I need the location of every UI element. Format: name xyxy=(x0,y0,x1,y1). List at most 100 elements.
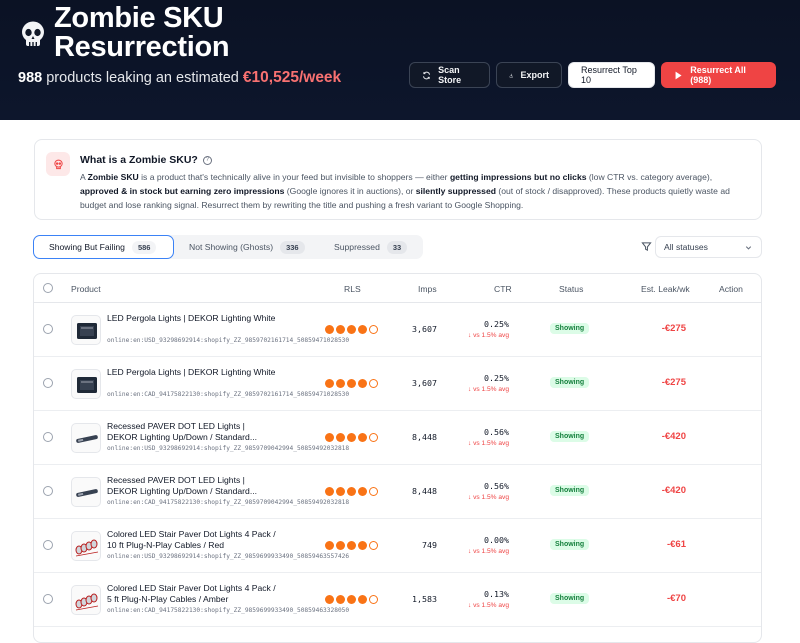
ctr-value: 0.13% xyxy=(484,589,509,599)
scan-store-button[interactable]: Scan Store xyxy=(409,62,490,88)
ctr-comparison: ↓ vs 1.5% avg xyxy=(467,602,509,609)
zombie-sku-info-card: What is a Zombie SKU? ? A Zombie SKU is … xyxy=(34,139,762,220)
rls-dot xyxy=(336,433,345,442)
rls-dot xyxy=(358,487,367,496)
tab-suppressed[interactable]: Suppressed 33 xyxy=(319,235,422,259)
rls-dot xyxy=(369,595,378,604)
page-title: Zombie SKU Resurrection xyxy=(54,2,230,63)
rls-rating xyxy=(325,325,378,334)
rls-dot xyxy=(325,325,334,334)
product-name[interactable]: Recessed PAVER DOT LED Lights | DEKOR Li… xyxy=(107,475,277,497)
product-id: online:en:CAD_94175822130:shopify_ZZ_985… xyxy=(107,391,350,398)
leak-count: 988 xyxy=(18,70,43,86)
rls-dot xyxy=(336,487,345,496)
select-all-checkbox[interactable] xyxy=(43,283,53,293)
info-text-1: A xyxy=(80,172,88,182)
product-name[interactable]: Colored LED Stair Paver Dot Lights 4 Pac… xyxy=(107,529,277,551)
ctr-comparison: ↓ vs 1.5% avg xyxy=(467,494,509,501)
product-id: online:en:USD_93298692914:shopify_ZZ_985… xyxy=(107,553,350,560)
play-icon xyxy=(675,71,682,79)
rls-dot xyxy=(336,379,345,388)
rls-dot xyxy=(336,325,345,334)
product-name[interactable]: Colored LED Stair Paver Dot Lights 4 Pac… xyxy=(107,583,277,605)
col-status: Status xyxy=(559,284,584,294)
status-badge: Showing xyxy=(550,431,590,442)
rls-rating xyxy=(325,433,378,442)
ctr-value: 0.56% xyxy=(484,481,509,491)
tab-showing-but-failing[interactable]: Showing But Failing 586 xyxy=(33,235,174,259)
est-leak-value: -€70 xyxy=(666,593,686,604)
product-name[interactable]: Recessed PAVER DOT LED Lights | DEKOR Li… xyxy=(107,421,277,443)
product-thumbnail xyxy=(71,423,101,453)
product-name[interactable]: LED Pergola Lights | DEKOR Lighting Whit… xyxy=(107,367,277,378)
ctr-comparison: ↓ vs 1.5% avg xyxy=(467,332,509,339)
row-checkbox[interactable] xyxy=(43,540,53,550)
row-checkbox[interactable] xyxy=(43,378,53,388)
product-name[interactable]: LED Pergola Lights | DEKOR Lighting Whit… xyxy=(107,313,277,324)
row-checkbox[interactable] xyxy=(43,594,53,604)
leak-amount: €10,525/week xyxy=(242,69,342,86)
rls-dot xyxy=(325,541,334,550)
status-badge: Showing xyxy=(550,323,590,334)
rls-rating xyxy=(325,595,378,604)
rls-dot xyxy=(347,379,356,388)
table-row[interactable]: Recessed PAVER DOT LED Lights | DEKOR Li… xyxy=(34,411,761,465)
skull-icon xyxy=(22,21,44,46)
info-text-2: is a product that's technically alive in… xyxy=(138,172,450,182)
row-checkbox[interactable] xyxy=(43,324,53,334)
est-leak-value: -€420 xyxy=(661,485,686,496)
table-header: Product RLS Imps CTR Status Est. Leak/wk… xyxy=(34,274,761,303)
ctr-comparison: ↓ vs 1.5% avg xyxy=(467,548,509,555)
impressions-value: 8,448 xyxy=(412,432,437,442)
ctr-comparison-text: vs 1.5% avg xyxy=(473,332,509,339)
status-badge: Showing xyxy=(550,539,590,550)
scan-store-label: Scan Store xyxy=(438,65,462,85)
resurrect-top-10-button[interactable]: Resurrect Top 10 xyxy=(568,62,655,88)
table-row[interactable]: Recessed PAVER DOT LED Lights | DEKOR Li… xyxy=(34,465,761,519)
info-bold-1: Zombie SKU xyxy=(87,172,139,182)
table-row[interactable]: LED Pergola Lights | DEKOR Lighting Whit… xyxy=(34,357,761,411)
info-heading-text: What is a Zombie SKU? xyxy=(80,154,198,166)
export-button[interactable]: Export xyxy=(496,62,562,88)
refresh-icon xyxy=(423,71,431,79)
product-id: online:en:CAD_94175822130:shopify_ZZ_985… xyxy=(107,499,350,506)
info-bold-4: silently suppressed xyxy=(415,186,496,196)
table-row[interactable]: LED Pergola Lights | DEKOR Lighting Whit… xyxy=(34,303,761,357)
status-badge: Showing xyxy=(550,377,590,388)
info-description: A Zombie SKU is a product that's technic… xyxy=(80,170,752,212)
row-checkbox[interactable] xyxy=(43,486,53,496)
impressions-value: 8,448 xyxy=(412,486,437,496)
product-thumbnail xyxy=(71,315,101,345)
status-filter-select[interactable]: All statuses xyxy=(655,236,762,258)
filter-icon xyxy=(641,242,652,251)
ctr-comparison-text: vs 1.5% avg xyxy=(473,386,509,393)
table-row[interactable]: Colored LED Stair Paver Dot Lights 4 Pac… xyxy=(34,519,761,573)
status-filter-value: All statuses xyxy=(664,242,708,252)
col-est-leak: Est. Leak/wk xyxy=(641,284,690,294)
page-header: Zombie SKU Resurrection 988 products lea… xyxy=(0,0,800,120)
rls-rating xyxy=(325,541,378,550)
col-ctr: CTR xyxy=(494,284,512,294)
est-leak-value: -€420 xyxy=(661,431,686,442)
table-row[interactable]: Colored LED Stair Paver Dot Lights 4 Pac… xyxy=(34,573,761,627)
ctr-comparison-text: vs 1.5% avg xyxy=(473,494,509,501)
rls-dot xyxy=(347,433,356,442)
rls-dot xyxy=(347,325,356,334)
rls-dot xyxy=(369,433,378,442)
product-id: online:en:USD_93298692914:shopify_ZZ_985… xyxy=(107,337,350,344)
export-label: Export xyxy=(520,70,549,80)
ctr-value: 0.56% xyxy=(484,427,509,437)
resurrect-top-10-label: Resurrect Top 10 xyxy=(581,65,637,85)
rls-dot xyxy=(325,595,334,604)
tab-label: Not Showing (Ghosts) xyxy=(189,242,274,252)
rls-dot xyxy=(347,487,356,496)
est-leak-value: -€61 xyxy=(666,539,686,550)
tab-not-showing-ghosts[interactable]: Not Showing (Ghosts) 336 xyxy=(174,235,320,259)
rls-rating xyxy=(325,487,378,496)
ctr-comparison-text: vs 1.5% avg xyxy=(473,602,509,609)
product-id: online:en:USD_93298692914:shopify_ZZ_985… xyxy=(107,445,350,452)
resurrect-all-button[interactable]: Resurrect All (988) xyxy=(661,62,776,88)
row-checkbox[interactable] xyxy=(43,432,53,442)
help-icon[interactable]: ? xyxy=(202,155,212,165)
rls-dot xyxy=(358,379,367,388)
